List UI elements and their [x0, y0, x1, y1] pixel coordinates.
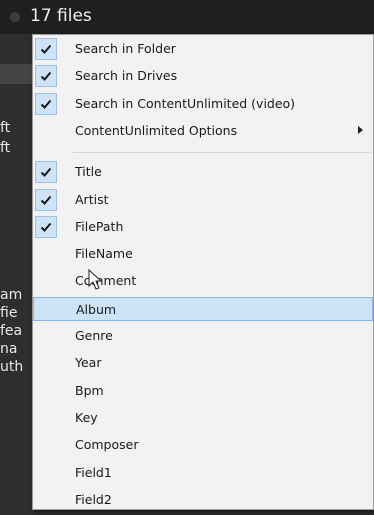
- background-row: [0, 64, 34, 84]
- checkmark-icon: [35, 161, 57, 184]
- submenu-arrow-icon: [358, 125, 363, 134]
- menu-item-genre[interactable]: Genre: [33, 324, 373, 348]
- checkmark-icon: [35, 38, 57, 60]
- menu-item-label: Title: [75, 164, 102, 180]
- checkmark-icon: [35, 215, 57, 238]
- background-text: na: [0, 341, 18, 357]
- menu-item-search-in-folder[interactable]: Search in Folder: [33, 37, 373, 61]
- menu-item-bpm[interactable]: Bpm: [33, 379, 373, 403]
- menu-item-search-in-contentunlimited-video[interactable]: Search in ContentUnlimited (video): [33, 92, 373, 116]
- menu-item-filepath[interactable]: FilePath: [33, 215, 373, 239]
- menu-item-album[interactable]: Album: [33, 296, 373, 321]
- menu-item-label: Search in ContentUnlimited (video): [75, 95, 296, 111]
- menu-item-label: Key: [75, 409, 98, 425]
- menu-item-label: Artist: [75, 191, 109, 207]
- menu-item-comment[interactable]: Comment: [33, 269, 373, 293]
- menu-item-label: Field1: [75, 464, 112, 480]
- menu-item-key[interactable]: Key: [33, 406, 373, 430]
- menu-item-label: Comment: [75, 273, 137, 289]
- checkmark-icon: [35, 65, 57, 88]
- menu-item-label: Search in Folder: [75, 41, 176, 56]
- menu-item-label: FilePath: [75, 218, 124, 234]
- menu-item-label: Bpm: [75, 382, 104, 398]
- menu-item-title[interactable]: Title: [33, 160, 373, 184]
- background-text: fea: [0, 323, 23, 339]
- menu-item-filename[interactable]: FileName: [33, 242, 373, 266]
- menu-item-contentunlimited-options[interactable]: ContentUnlimited Options: [33, 119, 373, 143]
- search-options-context-menu: Search in Folder Search in Drives Search i…: [32, 34, 374, 510]
- background-text: ft: [0, 120, 11, 136]
- menu-item-composer[interactable]: Composer: [33, 433, 373, 457]
- menu-item-label: Field2: [75, 491, 112, 507]
- file-count: 17 files: [30, 6, 92, 26]
- menu-separator: [73, 152, 371, 154]
- menu-item-label: Search in Drives: [75, 68, 178, 84]
- menu-item-label: ContentUnlimited Options: [75, 122, 238, 138]
- checkmark-icon: [35, 188, 57, 211]
- menu-item-label: Composer: [75, 437, 139, 453]
- mouse-cursor-icon: [88, 269, 102, 290]
- background-text: uth: [0, 359, 24, 375]
- checkmark-icon: [35, 92, 57, 115]
- status-dot-icon: [10, 12, 20, 22]
- menu-item-year[interactable]: Year: [33, 351, 373, 375]
- menu-item-field1[interactable]: Field1: [33, 461, 373, 485]
- background-text: ft: [0, 140, 11, 156]
- menu-item-label: FileName: [75, 246, 133, 262]
- menu-item-label: Genre: [75, 328, 113, 343]
- menu-item-label: Year: [75, 355, 102, 371]
- background-text: am: [0, 287, 23, 303]
- menu-item-label: Album: [76, 301, 117, 317]
- background-text: fie: [0, 305, 18, 321]
- menu-item-artist[interactable]: Artist: [33, 188, 373, 212]
- menu-item-field2[interactable]: Field2: [33, 488, 373, 512]
- menu-item-search-in-drives[interactable]: Search in Drives: [33, 64, 373, 88]
- top-bar: 17 files: [0, 0, 374, 34]
